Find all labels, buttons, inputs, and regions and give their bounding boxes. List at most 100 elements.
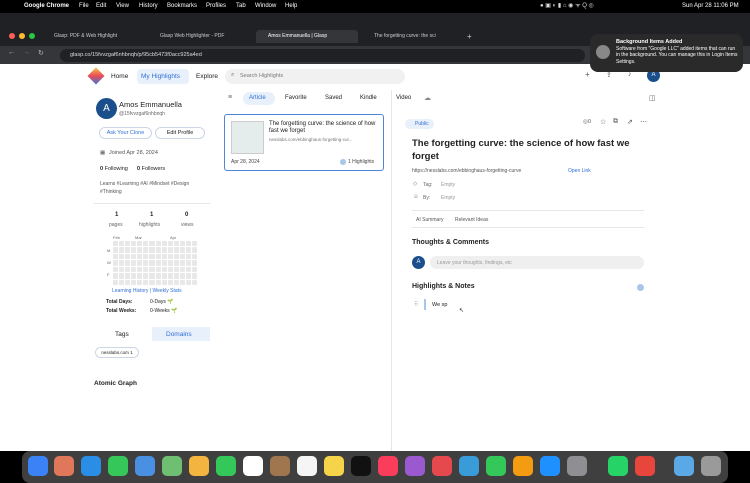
filter-article[interactable]: Article bbox=[249, 95, 266, 101]
filter-icon[interactable]: ≡ bbox=[228, 94, 232, 101]
app-store-icon[interactable] bbox=[540, 456, 560, 476]
bell-icon[interactable]: ♪ bbox=[628, 71, 632, 78]
tag-value[interactable]: Empty bbox=[441, 182, 455, 188]
contacts-icon[interactable] bbox=[270, 456, 290, 476]
open-link[interactable]: Open Link bbox=[568, 168, 591, 174]
heatmap-links[interactable]: Learning History | Weekly Stats bbox=[112, 288, 182, 294]
highlight-color-icon[interactable] bbox=[637, 284, 644, 291]
detail-url[interactable]: https://nesslabs.com/ebbinghaus-forgetti… bbox=[412, 168, 521, 174]
add-icon[interactable]: + bbox=[585, 70, 590, 79]
tab-glasp-pdf[interactable]: Glasp: PDF & Web Highlight bbox=[44, 30, 132, 43]
likes-count[interactable]: ◎0 bbox=[583, 119, 591, 125]
domain-chip[interactable]: nesslabs.com 1 bbox=[95, 347, 139, 358]
tab-amos-profile[interactable]: Amos Emmanuella | Glasp bbox=[256, 30, 358, 43]
menu-window[interactable]: Window bbox=[255, 0, 276, 13]
whatsapp-icon[interactable] bbox=[608, 456, 628, 476]
minimize-window-icon[interactable] bbox=[19, 33, 25, 39]
heatmap-cell bbox=[149, 266, 155, 273]
heatmap-cell bbox=[155, 260, 161, 266]
heatmap-cell bbox=[149, 260, 155, 266]
menu-view[interactable]: View bbox=[116, 0, 129, 13]
system-settings-icon[interactable] bbox=[567, 456, 587, 476]
facetime-icon[interactable] bbox=[216, 456, 236, 476]
comment-placeholder: Leave your thoughts, findings, etc bbox=[437, 260, 512, 266]
safari-icon[interactable] bbox=[81, 456, 101, 476]
filter-favorite[interactable]: Favorite bbox=[285, 95, 307, 101]
photos-icon[interactable] bbox=[189, 456, 209, 476]
numbers-icon[interactable] bbox=[486, 456, 506, 476]
status-icons[interactable]: ● ▣ ◐ ▮ ⌂ ◉ ᯤ Q ◎ bbox=[540, 0, 594, 13]
apple-tv-icon[interactable] bbox=[351, 456, 371, 476]
subtab-ai-summary[interactable]: AI Summary bbox=[416, 217, 444, 223]
reload-icon[interactable]: ↻ bbox=[38, 49, 44, 57]
close-window-icon[interactable] bbox=[9, 33, 15, 39]
note-text[interactable]: We sp bbox=[432, 302, 448, 308]
tab-domains[interactable]: Domains bbox=[166, 331, 192, 338]
menu-history[interactable]: History bbox=[139, 0, 158, 13]
total-weeks-label: Total Weeks: bbox=[106, 308, 137, 314]
ask-clone-button[interactable]: Ask Your Clone bbox=[99, 127, 152, 139]
menu-bookmarks[interactable]: Bookmarks bbox=[167, 0, 197, 13]
followers-link[interactable]: 0 Followers bbox=[137, 166, 165, 172]
day-w: W bbox=[107, 260, 111, 265]
pages-icon[interactable] bbox=[513, 456, 533, 476]
downloads-icon[interactable] bbox=[674, 456, 694, 476]
launchpad-icon[interactable] bbox=[54, 456, 74, 476]
notes-app-icon[interactable] bbox=[324, 456, 344, 476]
filter-video[interactable]: Video bbox=[396, 95, 411, 101]
month-mar: Mar bbox=[135, 235, 142, 240]
address-bar[interactable]: glasp.co/15fvvzgaf6nhbnqh/p/95cb5473f0ac… bbox=[60, 49, 585, 62]
subtab-relevant-ideas[interactable]: Relevant Ideas bbox=[455, 217, 488, 223]
mail-icon[interactable] bbox=[135, 456, 155, 476]
profile-avatar[interactable]: A bbox=[96, 98, 117, 119]
calendar-app-icon[interactable] bbox=[243, 456, 263, 476]
messages-icon[interactable] bbox=[108, 456, 128, 476]
forward-icon[interactable]: → bbox=[23, 49, 30, 56]
edit-profile-button[interactable]: Edit Profile bbox=[155, 127, 205, 139]
tab-tags[interactable]: Tags bbox=[115, 331, 129, 338]
share-icon[interactable]: ⇗ bbox=[627, 118, 633, 126]
menu-file[interactable]: File bbox=[79, 0, 89, 13]
maximize-window-icon[interactable] bbox=[29, 33, 35, 39]
chrome-icon[interactable] bbox=[635, 456, 655, 476]
filter-kindle[interactable]: Kindle bbox=[360, 95, 377, 101]
collapse-panel-icon[interactable]: ◫ bbox=[649, 94, 656, 102]
menu-tab[interactable]: Tab bbox=[236, 0, 246, 13]
menu-edit[interactable]: Edit bbox=[96, 0, 106, 13]
menu-help[interactable]: Help bbox=[285, 0, 297, 13]
trash-icon[interactable] bbox=[701, 456, 721, 476]
reminders-icon[interactable] bbox=[297, 456, 317, 476]
menu-profiles[interactable]: Profiles bbox=[206, 0, 226, 13]
following-link[interactable]: 0 Following bbox=[100, 166, 128, 172]
heatmap-cell bbox=[185, 279, 191, 285]
tab-forgetting-curve[interactable]: The forgetting curve: the sci bbox=[366, 30, 462, 43]
stat-highlights-num: 1 bbox=[150, 212, 154, 218]
cloud-icon[interactable]: ☁ bbox=[424, 94, 431, 102]
podcasts-icon[interactable] bbox=[405, 456, 425, 476]
maps-icon[interactable] bbox=[162, 456, 182, 476]
background-items-notification[interactable]: Background Items Added Software from "Go… bbox=[590, 34, 743, 72]
nav-explore[interactable]: Explore bbox=[196, 73, 218, 80]
copy-icon[interactable]: ⧉ bbox=[613, 118, 618, 126]
nav-my-highlights[interactable]: My Highlights bbox=[141, 73, 180, 80]
more-icon[interactable]: ⋯ bbox=[640, 118, 647, 126]
music-icon[interactable] bbox=[378, 456, 398, 476]
tab-glasp-highlighter[interactable]: Glasp Web Highlighter - PDF bbox=[150, 30, 238, 43]
news-icon[interactable] bbox=[432, 456, 452, 476]
keynote-icon[interactable] bbox=[459, 456, 479, 476]
filter-saved[interactable]: Saved bbox=[325, 95, 342, 101]
public-badge[interactable]: Public bbox=[405, 119, 434, 129]
drag-handle-icon[interactable]: ⠿ bbox=[414, 301, 418, 308]
mouse-cursor-icon: ↖ bbox=[459, 308, 465, 314]
back-icon[interactable]: ← bbox=[8, 49, 15, 56]
menu-app-name[interactable]: Google Chrome bbox=[24, 0, 69, 13]
clock[interactable]: Sun Apr 28 11:06 PM bbox=[682, 0, 739, 13]
star-icon[interactable]: ☆ bbox=[600, 118, 606, 126]
nav-home[interactable]: Home bbox=[111, 73, 128, 80]
heatmap-cell bbox=[185, 247, 191, 253]
heatmap-cell bbox=[173, 266, 179, 273]
by-value[interactable]: Empty bbox=[441, 195, 455, 201]
new-tab-icon[interactable]: + bbox=[467, 30, 472, 43]
share-icon[interactable]: ⇪ bbox=[606, 71, 612, 79]
finder-icon[interactable] bbox=[28, 456, 48, 476]
